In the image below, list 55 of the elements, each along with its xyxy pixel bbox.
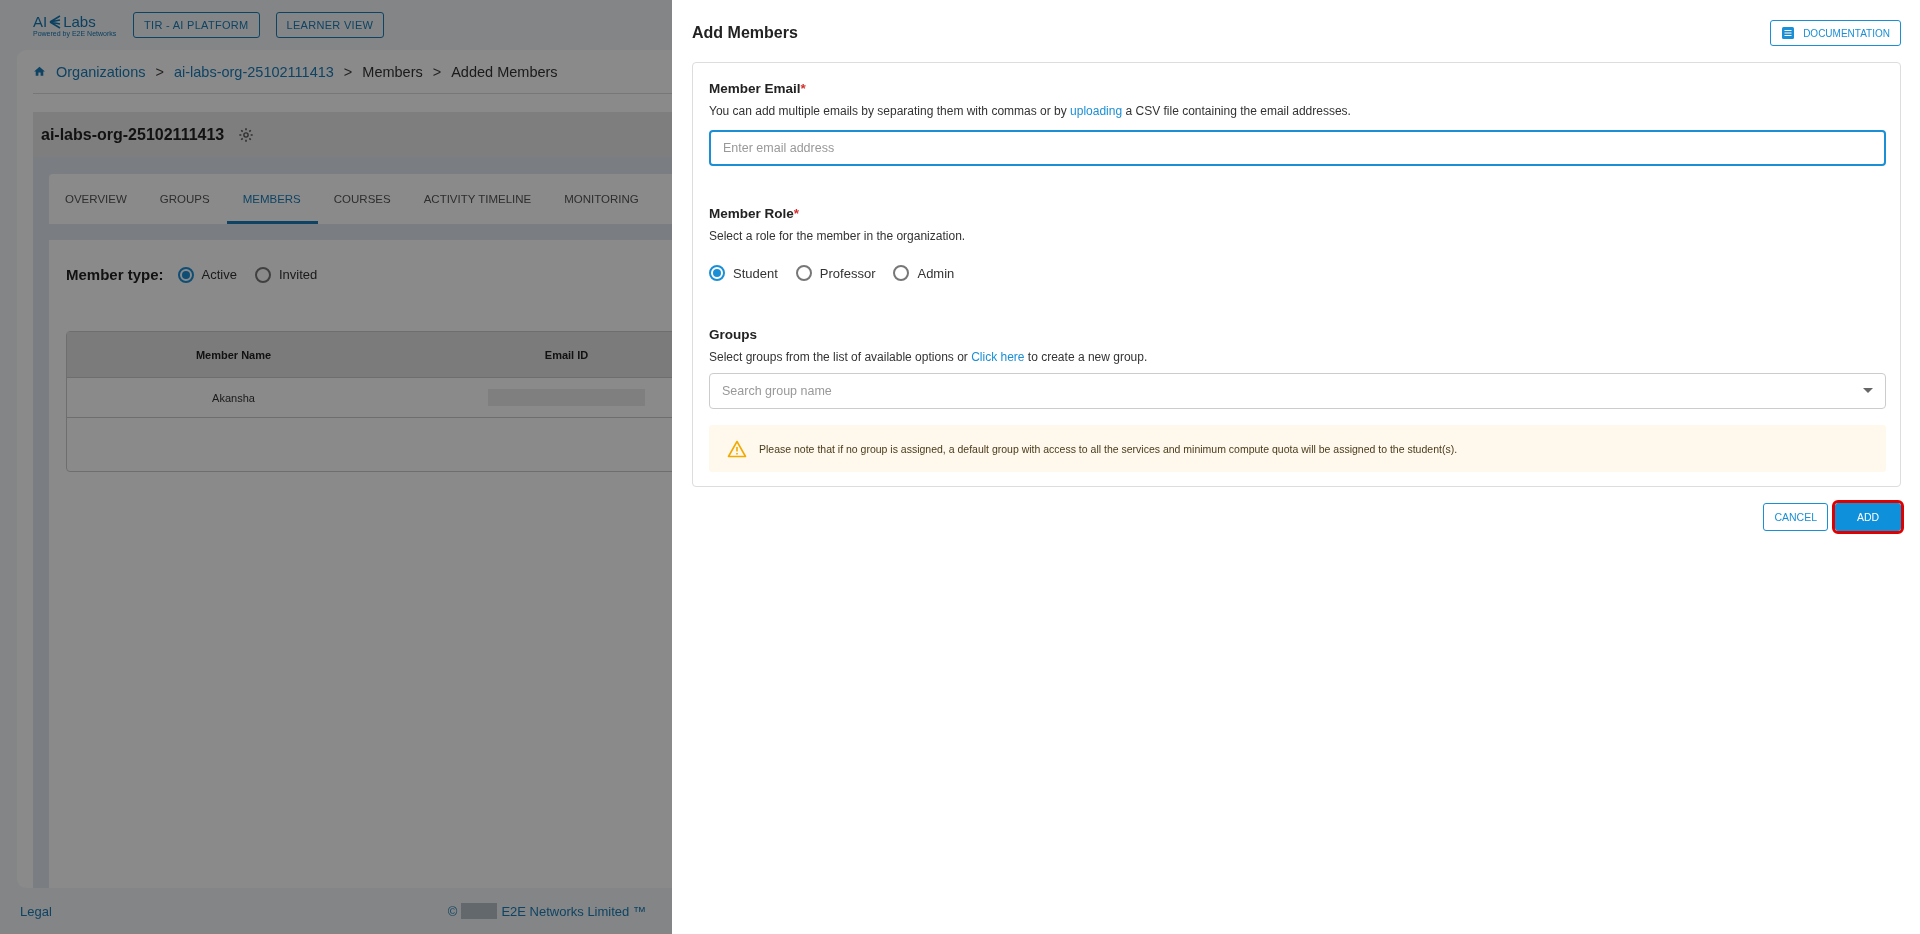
cancel-button[interactable]: CANCEL bbox=[1763, 503, 1828, 531]
breadcrumb-link[interactable]: ai-labs-org-25102111413 bbox=[173, 63, 334, 80]
redacted-bar bbox=[461, 903, 498, 919]
member-type-label: Member type: bbox=[66, 266, 164, 283]
warning-text: Please note that if no group is assigned, a default group with access to all the services and minimum compute quota will be assigned to the student(s). bbox=[759, 442, 1458, 455]
drawer-title: Add Members bbox=[692, 24, 798, 42]
documentation-button[interactable]: DOCUMENTATION bbox=[1770, 20, 1901, 46]
help-text: Select groups from the list of available options or Click here to create a new group. bbox=[709, 350, 1149, 364]
radio-button[interactable] bbox=[709, 265, 725, 281]
home-icon[interactable] bbox=[33, 65, 46, 78]
header-button[interactable]: LEARNER VIEW bbox=[275, 12, 385, 38]
radio-label[interactable]: Active bbox=[201, 267, 237, 282]
group-select[interactable]: Search group name bbox=[709, 373, 1886, 409]
document-icon bbox=[1781, 26, 1796, 40]
tab[interactable]: MEMBERS bbox=[226, 174, 318, 224]
help-text: You can add multiple emails by separating them with commas or by uploading a CSV file containing the email addresses. bbox=[709, 104, 1352, 118]
radio-label[interactable]: Admin bbox=[917, 265, 955, 281]
field-label: Member Role* bbox=[709, 206, 801, 221]
legal-link[interactable]: Legal bbox=[20, 903, 52, 919]
tab[interactable]: ACTIVITY TIMELINE bbox=[407, 174, 549, 224]
email-input[interactable]: Enter email address bbox=[709, 130, 1886, 166]
copyright-symbol: © bbox=[447, 903, 458, 919]
tab[interactable]: MONITORING bbox=[548, 174, 656, 224]
dropdown-caret-icon bbox=[1863, 388, 1873, 394]
radio-button[interactable] bbox=[254, 266, 271, 283]
copyright-text: E2E Networks Limited ™ bbox=[501, 903, 646, 919]
radio-button[interactable] bbox=[893, 265, 910, 281]
organization-title: ai-labs-org-25102111413 bbox=[41, 125, 225, 144]
tab[interactable]: GROUPS bbox=[143, 174, 227, 224]
breadcrumb-link[interactable]: Organizations bbox=[56, 63, 146, 80]
create-group-link[interactable]: Click here bbox=[971, 350, 1025, 364]
radio-button[interactable] bbox=[795, 265, 812, 281]
warning-icon bbox=[727, 439, 747, 458]
tab[interactable]: COURSES bbox=[317, 174, 408, 224]
radio-label[interactable]: Student bbox=[733, 265, 778, 281]
settings-icon[interactable] bbox=[238, 126, 255, 143]
breadcrumb-separator: > bbox=[343, 63, 353, 80]
tab[interactable]: OVERVIEW bbox=[49, 174, 144, 224]
radio-button[interactable] bbox=[177, 266, 194, 283]
field-label: Groups bbox=[709, 327, 758, 342]
table-cell-text: Akansha bbox=[211, 391, 256, 404]
header-button[interactable]: TIR - AI PLATFORM bbox=[133, 12, 260, 38]
column-header: Member Name bbox=[194, 348, 273, 361]
upload-link[interactable]: uploading bbox=[1070, 104, 1123, 118]
breadcrumb-item: Members bbox=[362, 63, 423, 80]
breadcrumb-separator: > bbox=[155, 63, 164, 80]
logo-icon bbox=[49, 14, 62, 29]
field-label: Member Email* bbox=[709, 81, 807, 96]
help-text: Select a role for the member in the organization. bbox=[709, 229, 967, 243]
radio-label[interactable]: Professor bbox=[819, 265, 876, 281]
column-header: Email ID bbox=[543, 348, 590, 361]
breadcrumb-separator: > bbox=[432, 63, 442, 80]
breadcrumb-item: Added Members bbox=[451, 63, 558, 80]
add-button[interactable]: ADD bbox=[1835, 503, 1901, 531]
radio-label[interactable]: Invited bbox=[278, 267, 318, 282]
